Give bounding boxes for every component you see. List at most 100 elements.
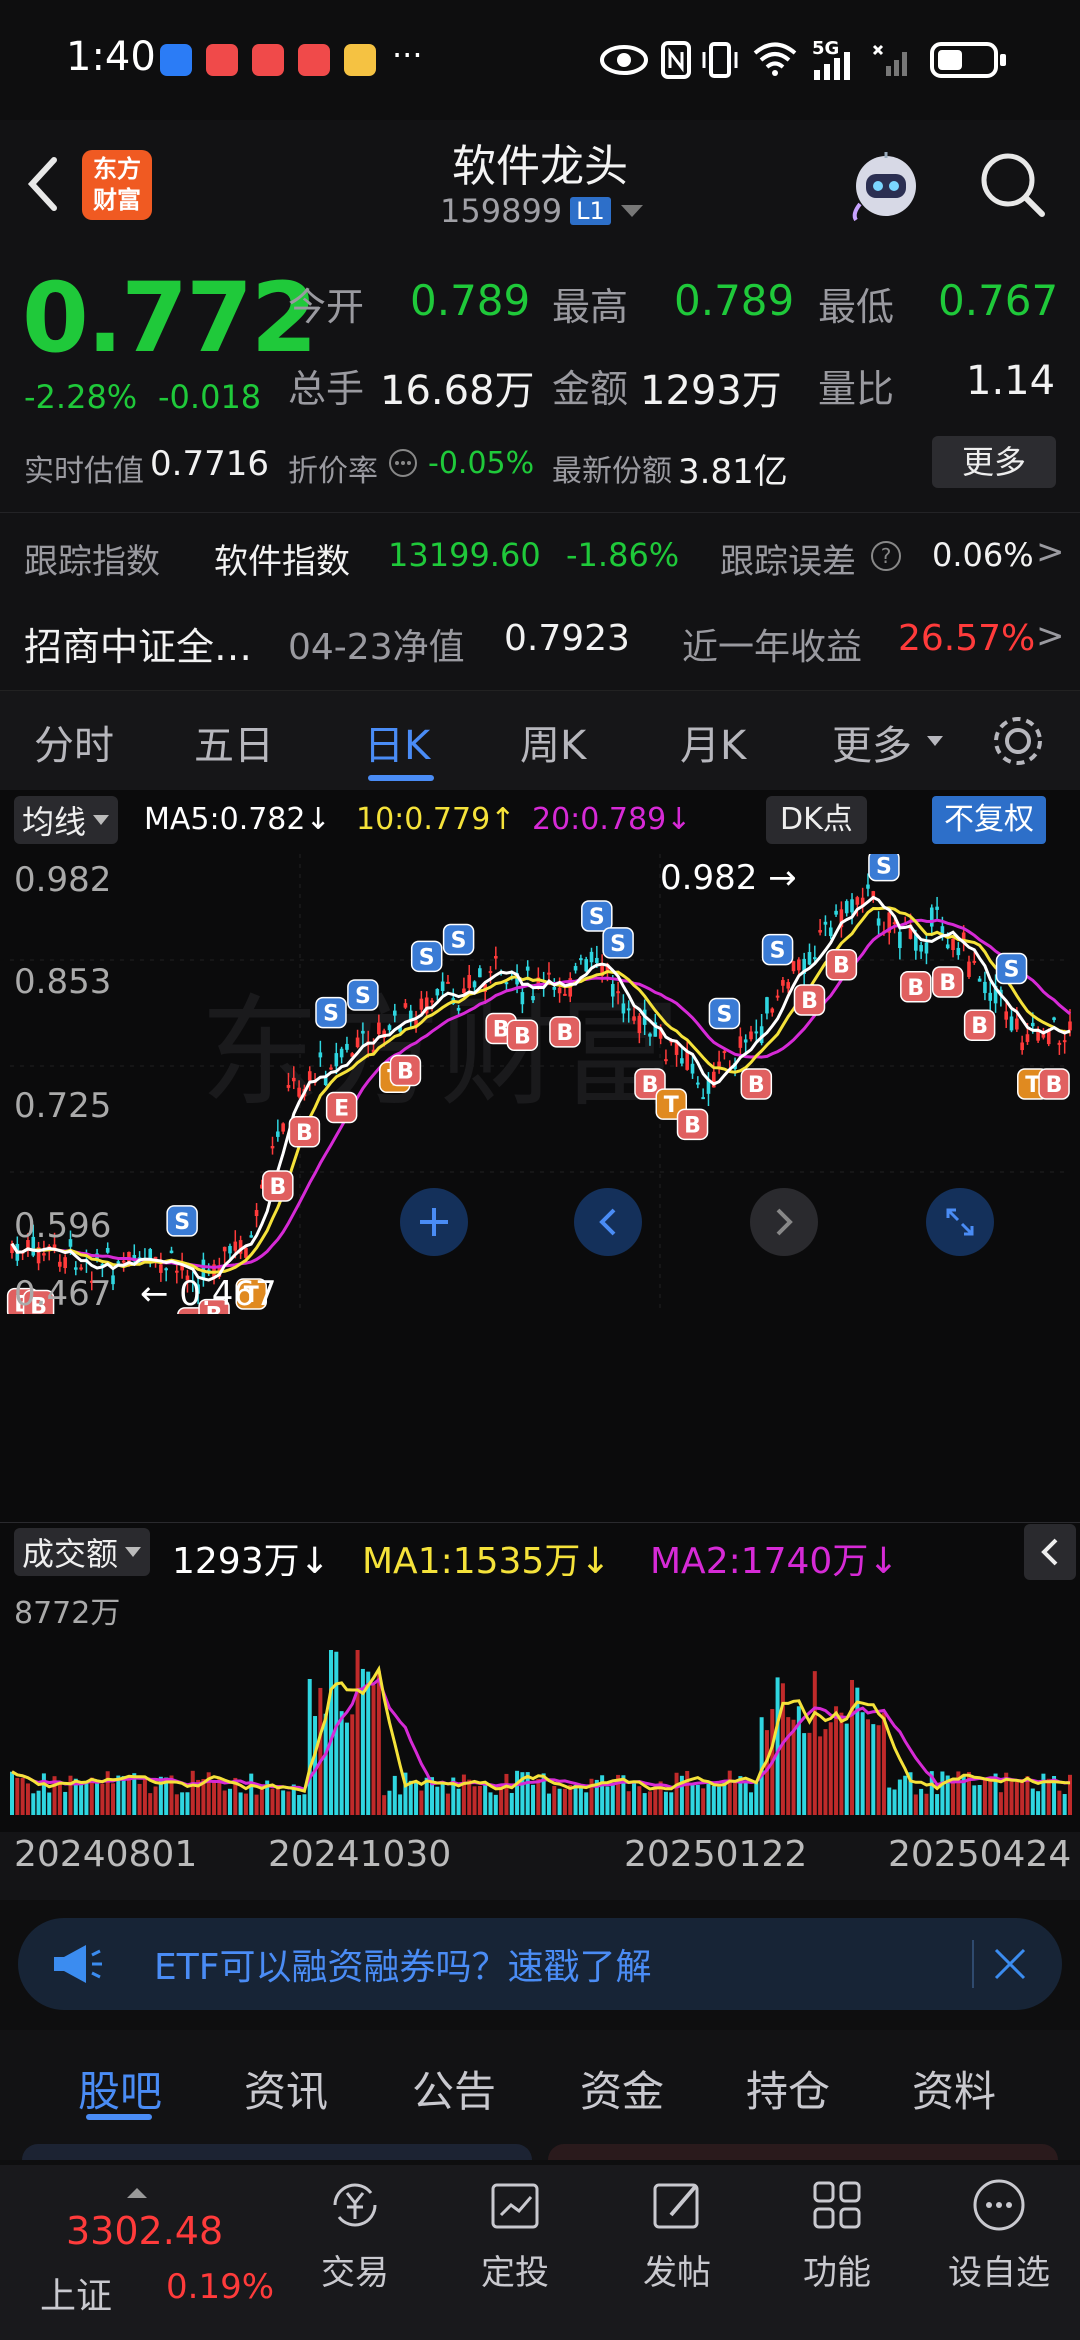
- tab-forum[interactable]: 股吧: [78, 2058, 162, 2119]
- candle-body: [228, 1245, 232, 1254]
- nav-post[interactable]: 发帖: [612, 2175, 742, 2294]
- promo-banner[interactable]: ETF可以融资融券吗？速戳了解: [18, 1918, 1062, 2010]
- volume-bar: [663, 1791, 668, 1815]
- scroll-right-button[interactable]: [750, 1188, 818, 1256]
- volume-bar: [584, 1792, 589, 1815]
- fund-name[interactable]: 招商中证全…: [24, 616, 252, 671]
- candle-body: [743, 1039, 748, 1043]
- candle-body: [680, 1058, 684, 1064]
- price-axis-label: 0.596: [14, 1206, 112, 1246]
- collapse-indicator-button[interactable]: [1024, 1524, 1076, 1580]
- tab-announcements[interactable]: 公告: [412, 2058, 496, 2119]
- candle-body: [685, 1051, 690, 1070]
- trade-marker: S: [410, 940, 443, 973]
- volume-bar: [727, 1770, 732, 1815]
- volume-bar: [850, 1679, 855, 1815]
- year-return-label: 近一年收益: [682, 627, 863, 668]
- banner-text: ETF可以融资融券吗？速戳了解: [154, 1947, 652, 1988]
- volume-select[interactable]: 成交额: [14, 1528, 151, 1576]
- volume-bar: [414, 1782, 419, 1815]
- volume-bar: [919, 1788, 924, 1815]
- candle-body: [983, 981, 987, 994]
- volume-bar: [754, 1782, 759, 1815]
- candle-body: [621, 1003, 626, 1014]
- help-icon[interactable]: ?: [870, 540, 902, 572]
- fullscreen-button[interactable]: [926, 1188, 994, 1256]
- volume-plot[interactable]: [0, 1580, 1080, 1830]
- candle-body: [377, 1022, 381, 1035]
- volume-bar: [865, 1719, 870, 1815]
- trade-marker: B: [288, 1116, 321, 1148]
- trade-marker: S: [347, 979, 379, 1011]
- candle-body: [73, 1267, 78, 1270]
- ma-select[interactable]: 均线: [14, 796, 119, 844]
- ma-select-label: 均线: [22, 803, 87, 841]
- nav-plan[interactable]: 定投: [450, 2175, 580, 2294]
- svg-text:?: ?: [881, 544, 892, 568]
- trade-marker-letter: T: [1025, 1073, 1040, 1098]
- search-icon[interactable]: [978, 150, 1048, 220]
- tab-daily-k[interactable]: 日K: [364, 713, 430, 771]
- info-dots-icon[interactable]: [388, 448, 418, 478]
- trade-marker: B: [1038, 1068, 1070, 1100]
- tab-weekly-k[interactable]: 周K: [520, 713, 586, 771]
- discount-label: 折价率: [288, 454, 378, 489]
- candle-body: [286, 1085, 291, 1088]
- tab-holdings[interactable]: 持仓: [746, 2058, 830, 2119]
- volume-bar: [504, 1773, 509, 1815]
- nav-add-favorite[interactable]: 设自选: [934, 2175, 1064, 2294]
- volume-bar: [807, 1732, 812, 1815]
- nav-trade[interactable]: 交易: [290, 2175, 420, 2294]
- scroll-left-button[interactable]: [574, 1188, 642, 1256]
- zoom-in-button[interactable]: [400, 1188, 468, 1256]
- chevron-right-icon[interactable]: >: [1036, 532, 1065, 572]
- dk-point-button[interactable]: DK点: [766, 796, 867, 844]
- candle-body: [632, 1016, 636, 1021]
- close-icon[interactable]: [990, 1944, 1030, 1984]
- more-quote-button[interactable]: 更多: [932, 436, 1056, 488]
- candle-body: [616, 991, 620, 994]
- tab-funds[interactable]: 资金: [580, 2058, 664, 2119]
- candle-body: [924, 942, 929, 954]
- robot-assistant-icon[interactable]: [846, 144, 926, 224]
- candle-body: [520, 992, 525, 1005]
- adjust-button[interactable]: 不复权: [932, 796, 1046, 844]
- nav-plan-label: 定投: [481, 2253, 549, 2293]
- volume-bar: [690, 1783, 695, 1815]
- candle-body: [334, 1053, 339, 1067]
- trade-marker-letter: B: [1046, 1073, 1063, 1098]
- volume-bar: [509, 1792, 514, 1815]
- candle-body: [956, 947, 961, 956]
- index-name: 上证: [40, 2276, 113, 2317]
- tab-monthly-k[interactable]: 月K: [680, 713, 746, 771]
- trade-marker: B: [262, 1170, 294, 1202]
- candle-body: [440, 981, 445, 991]
- candle-body: [169, 1250, 174, 1254]
- index-change: 0.19%: [166, 2267, 275, 2307]
- volume-bar: [126, 1775, 131, 1815]
- kline-plot[interactable]: 东方财富 BBSBBTBBSESTBSSBBBSSBTBSBSBBSBBBSTB: [0, 854, 1080, 1314]
- tab-news[interactable]: 资讯: [244, 2058, 328, 2119]
- tab-minute[interactable]: 分时: [34, 713, 114, 771]
- tab-profile[interactable]: 资料: [912, 2058, 996, 2119]
- volume-bar: [323, 1713, 328, 1815]
- chevron-right-icon[interactable]: >: [1036, 616, 1065, 656]
- candle-body: [754, 1031, 759, 1034]
- tab-five-day[interactable]: 五日: [194, 713, 274, 771]
- volume-bar: [148, 1793, 153, 1815]
- candle-body: [610, 984, 615, 997]
- track-index-name[interactable]: 软件指数: [214, 534, 350, 583]
- index-ticker[interactable]: 3302.48 上证 0.19%: [30, 2187, 274, 2327]
- candle-body: [951, 938, 955, 951]
- tab-more[interactable]: 更多: [832, 713, 912, 771]
- candle-body: [834, 910, 838, 915]
- volume-bar: [1057, 1790, 1062, 1815]
- volume-bar: [100, 1783, 105, 1815]
- fund-code-row[interactable]: 159899 L1: [440, 192, 645, 230]
- candle-body: [419, 998, 424, 1010]
- gear-icon[interactable]: [990, 713, 1046, 769]
- chevron-left-icon: [1041, 1538, 1058, 1566]
- post-card-preview: [548, 2144, 1058, 2160]
- nav-functions[interactable]: 功能: [772, 2175, 902, 2294]
- candle-body: [307, 1071, 312, 1081]
